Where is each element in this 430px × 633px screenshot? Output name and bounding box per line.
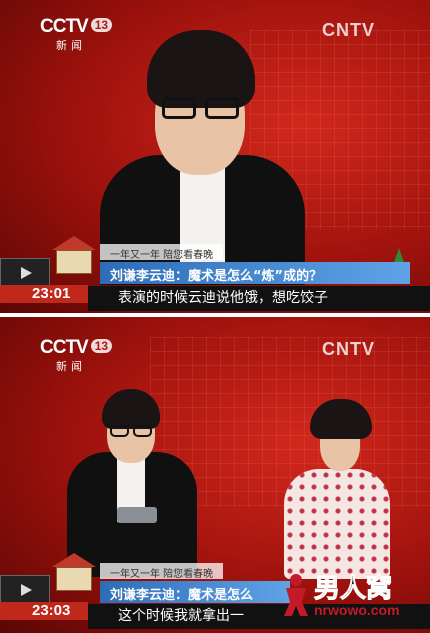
watermark-url: nrwowo.com	[314, 602, 400, 618]
program-strip: 一年又一年 陪您看春晚	[100, 244, 224, 261]
house-decoration	[56, 567, 92, 591]
cctv-logo: CCTV 13 新闻	[40, 337, 113, 374]
subtitle-caption: 表演的时候云迪说他饿，想吃饺子	[88, 286, 430, 311]
house-roof-decoration	[52, 236, 96, 250]
cohost-person	[282, 399, 394, 579]
time-display: 23:01	[0, 285, 88, 303]
watermark-text: 男人窝	[313, 574, 393, 605]
host-person	[62, 387, 202, 577]
play-icon	[21, 584, 32, 596]
segment-title: 刘谦李云迪：魔术是怎么	[100, 581, 290, 603]
cntv-logo: CNTV	[322, 20, 375, 40]
video-frame-top: CCTV 13 新闻 CNTV 一年又一年 陪您看春晚 刘谦李云迪：魔术是怎么“炼…	[0, 0, 430, 313]
play-button[interactable]	[0, 575, 50, 603]
play-button[interactable]	[0, 258, 50, 286]
time-display: 23:03	[0, 602, 88, 620]
watermark-figure-icon	[284, 574, 308, 616]
site-watermark: 男人窝 nrwowo.com	[280, 566, 420, 626]
segment-title: 刘谦李云迪：魔术是怎么“炼”成的？	[100, 262, 410, 284]
cntv-logo: CNTV	[322, 339, 375, 359]
play-icon	[21, 267, 32, 279]
house-decoration	[56, 250, 92, 274]
phone-prop	[117, 507, 157, 523]
house-roof-decoration	[52, 553, 96, 567]
program-strip: 一年又一年 陪您看春晚	[100, 563, 224, 580]
